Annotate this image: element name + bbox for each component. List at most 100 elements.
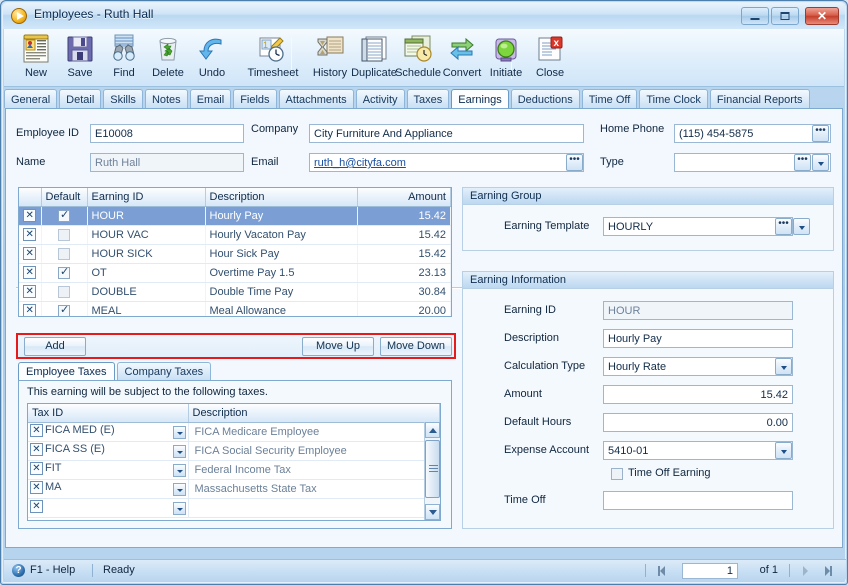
earnings-grid[interactable]: Default Earning ID Description Amount ✕ … [18,187,452,317]
tab-financial-reports[interactable]: Financial Reports [709,89,810,108]
maximize-button[interactable] [771,7,799,25]
tab-deductions[interactable]: Deductions [510,89,580,108]
delete-row-button[interactable]: ✕ [23,209,37,222]
tab-general[interactable]: General [4,89,58,108]
tab-time-off[interactable]: Time Off [581,89,638,108]
tab-fields[interactable]: Fields [233,89,277,108]
email-field[interactable]: ruth_h@cityfa.com [309,153,584,172]
amount-field[interactable]: 15.42 [603,385,793,404]
company-field[interactable]: City Furniture And Appliance [309,124,584,143]
tab-activity[interactable]: Activity [355,89,405,108]
tax-id-dropdown-icon[interactable] [172,445,186,458]
table-row[interactable]: ✕ HOUR Hourly Pay 15.42 [19,206,451,226]
table-row[interactable]: ✕ MEAL Meal Allowance 20.00 [19,301,451,316]
earning-description-field[interactable]: Hourly Pay [603,329,793,348]
scroll-up-icon[interactable] [425,422,440,438]
home-phone-ellipsis-button[interactable]: ••• [812,125,829,142]
delete-tax-row-button[interactable]: ✕ [30,462,43,475]
scroll-down-icon[interactable] [425,504,440,520]
email-label: Email [251,156,279,168]
play-circle-icon [11,8,27,24]
delete-row-button[interactable]: ✕ [23,304,37,316]
earning-template-ellipsis-button[interactable]: ••• [775,218,792,235]
cell-earning-id: HOUR SICK [87,244,206,264]
next-record-icon[interactable] [798,564,814,578]
type-ellipsis-button[interactable]: ••• [794,154,811,171]
tab-skills[interactable]: Skills [103,89,143,108]
tab-employee-taxes[interactable]: Employee Taxes [18,362,115,380]
delete-tax-row-button[interactable]: ✕ [30,443,43,456]
default-checkbox[interactable] [58,265,70,279]
earning-template-dropdown-button[interactable] [793,218,810,235]
help-label[interactable]: F1 - Help [30,564,75,576]
tax-grid-scrollbar[interactable] [424,422,440,520]
table-row[interactable]: ✕ HOUR VAC Hourly Vacaton Pay 15.42 [19,225,451,245]
timesheet-clock-icon: 1 [257,33,289,65]
email-ellipsis-button[interactable]: ••• [566,154,583,171]
tax-id-dropdown-icon[interactable] [172,426,186,439]
list-item[interactable]: ✕ FICA MED (E) FICA Medicare Employee [28,422,440,442]
close-window-button[interactable]: ✕ [805,7,839,25]
first-record-icon[interactable] [654,564,670,578]
default-checkbox[interactable] [58,228,70,241]
default-checkbox[interactable] [58,303,70,316]
add-button[interactable]: Add [24,337,86,356]
tab-taxes[interactable]: Taxes [406,89,450,108]
undo-button[interactable]: Undo [186,32,238,85]
expense-account-dropdown-button[interactable] [775,442,792,459]
move-up-button[interactable]: Move Up [302,337,374,356]
record-number-input[interactable]: 1 [682,563,738,579]
earning-template-field[interactable]: HOURLY [603,217,793,236]
delete-tax-row-button[interactable]: ✕ [30,424,43,437]
application-window: Employees - Ruth Hall ✕ New Save Find De… [0,0,848,585]
timesheet-button[interactable]: 1 Timesheet [244,32,302,85]
tax-grid[interactable]: Tax ID Description ✕ FICA MED (E) FICA Me… [27,403,441,521]
tax-id-dropdown-icon[interactable] [172,464,186,477]
delete-row-button[interactable]: ✕ [23,266,37,279]
employee-id-field[interactable]: E10008 [90,124,244,143]
main-toolbar: New Save Find Delete Undo 1 Timesheet Hi… [4,29,844,87]
delete-row-button[interactable]: ✕ [23,228,37,241]
expense-account-field[interactable]: 5410-01 [603,441,793,460]
list-item[interactable]: ✕ MA Massachusetts State Tax [28,479,440,499]
last-record-icon[interactable] [820,564,836,578]
default-checkbox[interactable] [58,285,70,298]
default-checkbox[interactable] [58,247,70,260]
move-down-button[interactable]: Move Down [380,337,452,356]
tax-id-dropdown-icon[interactable] [172,483,186,496]
table-row[interactable]: ✕ HOUR SICK Hour Sick Pay 15.42 [19,244,451,264]
minimize-button[interactable] [741,7,769,25]
tab-time-clock[interactable]: Time Clock [639,89,708,108]
tab-label: General [11,94,51,106]
delete-row-button[interactable]: ✕ [23,285,37,298]
type-dropdown-button[interactable] [812,154,829,171]
list-item[interactable]: ✕ [28,498,440,518]
expense-account-label: Expense Account [504,444,590,456]
calculation-type-field[interactable]: Hourly Rate [603,357,793,376]
delete-tax-row-button[interactable]: ✕ [30,500,43,513]
time-off-earning-checkbox[interactable] [611,468,623,480]
home-phone-field[interactable]: (115) 454-5875 [674,124,831,143]
list-item[interactable]: ✕ FIT Federal Income Tax [28,460,440,480]
tab-email[interactable]: Email [189,89,232,108]
tax-id-dropdown-icon[interactable] [172,502,186,515]
default-checkbox[interactable] [58,208,70,222]
calculation-type-dropdown-button[interactable] [775,358,792,375]
tab-company-taxes[interactable]: Company Taxes [116,362,212,380]
close-doc-button[interactable]: x Close [524,32,576,85]
convert-arrows-icon [446,33,478,65]
tab-notes[interactable]: Notes [144,89,188,108]
default-hours-field[interactable]: 0.00 [603,413,793,432]
tab-earnings[interactable]: Earnings [451,89,509,108]
email-link[interactable]: ruth_h@cityfa.com [314,157,406,169]
tab-label: Email [196,94,225,106]
time-off-field[interactable] [603,491,793,510]
table-row[interactable]: ✕ DOUBLE Double Time Pay 30.84 [19,282,451,302]
tab-detail[interactable]: Detail [59,89,102,108]
delete-row-button[interactable]: ✕ [23,247,37,260]
scrollbar-thumb[interactable] [425,440,440,498]
table-row[interactable]: ✕ OT Overtime Pay 1.5 23.13 [19,263,451,283]
tab-attachments[interactable]: Attachments [278,89,354,108]
delete-tax-row-button[interactable]: ✕ [30,481,43,494]
list-item[interactable]: ✕ FICA SS (E) FICA Social Security Employ… [28,441,440,461]
